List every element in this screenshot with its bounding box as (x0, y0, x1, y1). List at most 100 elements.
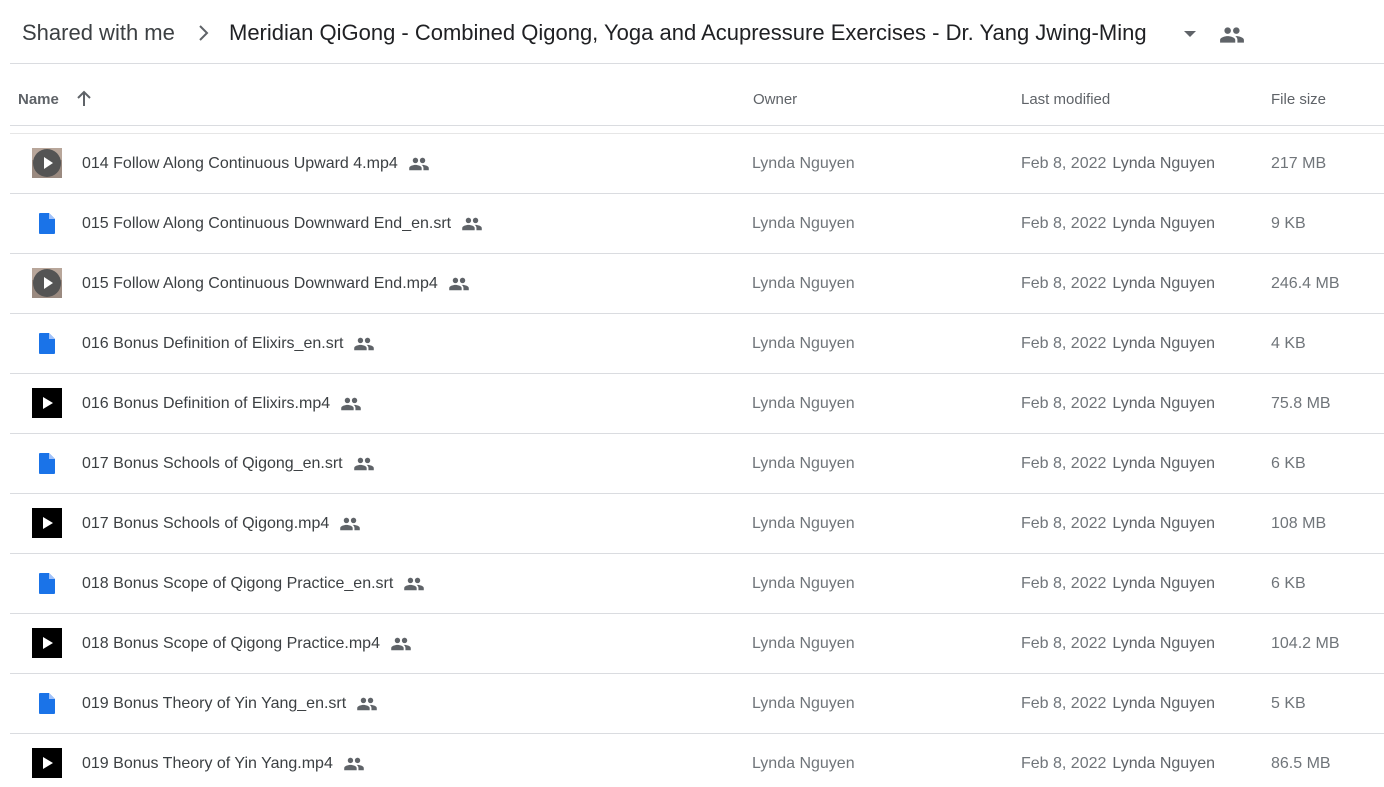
file-name[interactable]: 014 Follow Along Continuous Upward 4.mp4 (82, 155, 430, 173)
file-last-modified: Feb 8, 2022 Lynda Nguyen (1021, 755, 1215, 773)
modified-date: Feb 8, 2022 (1021, 635, 1107, 652)
modified-by: Lynda Nguyen (1112, 275, 1215, 292)
file-name[interactable]: 017 Bonus Schools of Qigong_en.srt (82, 455, 375, 473)
file-name-text: 015 Follow Along Continuous Downward End… (82, 215, 452, 232)
file-owner: Lynda Nguyen (752, 335, 855, 352)
file-name-text: 016 Bonus Definition of Elixirs.mp4 (82, 395, 331, 412)
document-icon (32, 448, 62, 478)
shared-people-icon (448, 276, 470, 292)
modified-date: Feb 8, 2022 (1021, 515, 1107, 532)
file-row[interactable]: 015 Follow Along Continuous Downward End… (10, 253, 1384, 313)
file-name[interactable]: 018 Bonus Scope of Qigong Practice.mp4 (82, 635, 412, 653)
document-icon (32, 328, 62, 358)
modified-date: Feb 8, 2022 (1021, 575, 1107, 592)
file-row[interactable]: 014 Follow Along Continuous Upward 4.mp4… (10, 133, 1384, 193)
file-row[interactable]: 019 Bonus Theory of Yin Yang_en.srt Lynda… (10, 673, 1384, 733)
file-size: 217 MB (1271, 155, 1327, 172)
file-name-text: 017 Bonus Schools of Qigong_en.srt (82, 455, 343, 472)
file-owner: Lynda Nguyen (752, 275, 855, 292)
video-icon (32, 628, 62, 658)
file-owner: Lynda Nguyen (752, 575, 855, 592)
file-row[interactable]: 018 Bonus Scope of Qigong Practice.mp4 Ly… (10, 613, 1384, 673)
modified-by: Lynda Nguyen (1112, 215, 1215, 232)
file-last-modified: Feb 8, 2022 Lynda Nguyen (1021, 515, 1215, 533)
file-row[interactable]: 017 Bonus Schools of Qigong_en.srt Lynda … (10, 433, 1384, 493)
breadcrumb-current-folder[interactable]: Meridian QiGong - Combined Qigong, Yoga … (229, 20, 1147, 46)
file-name-text: 014 Follow Along Continuous Upward 4.mp4 (82, 155, 398, 172)
shared-people-icon (461, 216, 483, 232)
file-size: 108 MB (1271, 515, 1327, 532)
file-size: 5 KB (1271, 695, 1306, 712)
file-owner: Lynda Nguyen (752, 455, 855, 472)
video-icon (32, 748, 62, 778)
file-last-modified: Feb 8, 2022 Lynda Nguyen (1021, 575, 1215, 593)
shared-people-icon[interactable] (1219, 22, 1245, 48)
modified-date: Feb 8, 2022 (1021, 755, 1107, 772)
document-icon (32, 688, 62, 718)
file-row[interactable]: 017 Bonus Schools of Qigong.mp4 Lynda Ngu… (10, 493, 1384, 553)
file-name-text: 019 Bonus Theory of Yin Yang_en.srt (82, 695, 347, 712)
file-last-modified: Feb 8, 2022 Lynda Nguyen (1021, 275, 1215, 293)
modified-by: Lynda Nguyen (1112, 635, 1215, 652)
file-name-text: 018 Bonus Scope of Qigong Practice.mp4 (82, 635, 380, 652)
file-owner: Lynda Nguyen (752, 695, 855, 712)
file-name[interactable]: 015 Follow Along Continuous Downward End… (82, 215, 483, 233)
file-name[interactable]: 015 Follow Along Continuous Downward End… (82, 275, 470, 293)
file-name[interactable]: 019 Bonus Theory of Yin Yang.mp4 (82, 755, 365, 773)
breadcrumb: Shared with me Meridian QiGong - Combine… (0, 0, 1384, 64)
file-owner: Lynda Nguyen (752, 755, 855, 772)
file-list: 014 Follow Along Continuous Upward 4.mp4… (0, 133, 1384, 787)
modified-date: Feb 8, 2022 (1021, 695, 1107, 712)
modified-by: Lynda Nguyen (1112, 515, 1215, 532)
file-name-text: 018 Bonus Scope of Qigong Practice_en.sr… (82, 575, 394, 592)
file-owner: Lynda Nguyen (752, 155, 855, 172)
file-size: 86.5 MB (1271, 755, 1331, 772)
column-header-name[interactable]: Name (18, 91, 59, 108)
column-divider (10, 125, 1384, 126)
video-thumbnail-icon (32, 148, 62, 178)
document-icon (32, 208, 62, 238)
file-size: 75.8 MB (1271, 395, 1331, 412)
chevron-right-icon (196, 22, 212, 44)
file-name[interactable]: 016 Bonus Definition of Elixirs_en.srt (82, 335, 375, 353)
shared-people-icon (408, 156, 430, 172)
shared-people-icon (356, 696, 378, 712)
video-icon (32, 508, 62, 538)
file-name[interactable]: 019 Bonus Theory of Yin Yang_en.srt (82, 695, 378, 713)
file-owner: Lynda Nguyen (752, 395, 855, 412)
modified-by: Lynda Nguyen (1112, 335, 1215, 352)
shared-people-icon (340, 396, 362, 412)
caret-down-icon[interactable] (1180, 26, 1200, 42)
video-thumbnail-icon (32, 268, 62, 298)
file-size: 246.4 MB (1271, 275, 1340, 292)
file-name-text: 019 Bonus Theory of Yin Yang.mp4 (82, 755, 333, 772)
modified-date: Feb 8, 2022 (1021, 275, 1107, 292)
file-name[interactable]: 018 Bonus Scope of Qigong Practice_en.sr… (82, 575, 425, 593)
column-headers: Name Owner Last modified File size (0, 64, 1384, 126)
breadcrumb-shared-with-me[interactable]: Shared with me (22, 20, 175, 46)
file-last-modified: Feb 8, 2022 Lynda Nguyen (1021, 455, 1215, 473)
shared-people-icon (353, 456, 375, 472)
column-header-last-modified[interactable]: Last modified (1021, 91, 1110, 108)
file-row[interactable]: 016 Bonus Definition of Elixirs_en.srt Ly… (10, 313, 1384, 373)
arrow-up-sort-icon[interactable] (74, 89, 94, 109)
file-size: 4 KB (1271, 335, 1306, 352)
column-header-owner: Owner (753, 91, 798, 108)
file-row[interactable]: 019 Bonus Theory of Yin Yang.mp4 Lynda Ng… (10, 733, 1384, 787)
file-owner: Lynda Nguyen (752, 635, 855, 652)
file-row[interactable]: 015 Follow Along Continuous Downward End… (10, 193, 1384, 253)
modified-date: Feb 8, 2022 (1021, 215, 1107, 232)
file-row[interactable]: 018 Bonus Scope of Qigong Practice_en.sr… (10, 553, 1384, 613)
file-name-text: 016 Bonus Definition of Elixirs_en.srt (82, 335, 344, 352)
file-row[interactable]: 016 Bonus Definition of Elixirs.mp4 Lynda… (10, 373, 1384, 433)
file-name[interactable]: 017 Bonus Schools of Qigong.mp4 (82, 515, 361, 533)
shared-people-icon (339, 516, 361, 532)
file-name[interactable]: 016 Bonus Definition of Elixirs.mp4 (82, 395, 362, 413)
file-last-modified: Feb 8, 2022 Lynda Nguyen (1021, 335, 1215, 353)
modified-by: Lynda Nguyen (1112, 695, 1215, 712)
file-size: 104.2 MB (1271, 635, 1340, 652)
column-header-file-size[interactable]: File size (1271, 91, 1326, 108)
modified-date: Feb 8, 2022 (1021, 155, 1107, 172)
file-last-modified: Feb 8, 2022 Lynda Nguyen (1021, 155, 1215, 173)
file-last-modified: Feb 8, 2022 Lynda Nguyen (1021, 695, 1215, 713)
